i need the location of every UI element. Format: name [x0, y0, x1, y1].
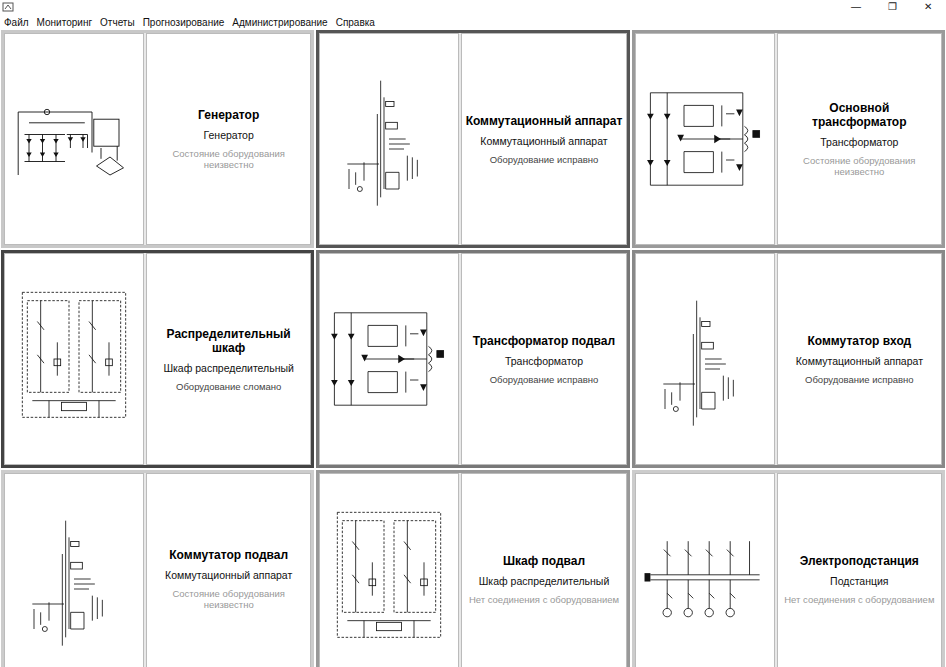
card-info: Трансформатор подвал Трансформатор Оборудо…: [461, 253, 626, 465]
equipment-type: Подстанция: [830, 575, 888, 587]
schematic-image: [4, 33, 144, 245]
cabinet-schematic-icon: [326, 504, 452, 654]
transformer-schematic-icon: [326, 284, 452, 434]
equipment-name: Шкаф подвал: [503, 554, 585, 568]
equipment-grid: Генератор Генератор Состояние оборудования…: [0, 30, 946, 667]
equipment-status: Оборудование исправно: [805, 374, 914, 385]
transformer-schematic-icon: [642, 64, 768, 214]
card-info: Коммутатор подвал Коммутационный аппарат С…: [146, 473, 311, 667]
window-controls: —❐✕: [838, 0, 946, 14]
equipment-type: Шкаф распределительный: [163, 362, 294, 374]
card-info: Коммутатор вход Коммутационный аппарат Обо…: [777, 253, 942, 465]
switch-schematic-icon: [642, 284, 768, 434]
menu-item[interactable]: Файл: [4, 17, 29, 28]
card-info: Электроподстанция Подстанция Нет соединени…: [777, 473, 942, 667]
equipment-name: Коммутатор подвал: [169, 548, 288, 562]
equipment-card[interactable]: Шкаф подвал Шкаф распределительный Нет сое…: [316, 470, 629, 667]
app-icon: [2, 1, 14, 13]
schematic-image: [635, 33, 775, 245]
menu-item[interactable]: Администрирование: [232, 17, 327, 28]
menu-item[interactable]: Мониторинг: [37, 17, 92, 28]
equipment-status: Состояние оборудования неизвестно: [150, 148, 307, 170]
equipment-card[interactable]: Коммутационный аппарат Коммутационный апп…: [316, 30, 629, 248]
window-control-button[interactable]: ✕: [910, 0, 946, 14]
cabinet-schematic-icon: [11, 284, 137, 434]
card-info: Шкаф подвал Шкаф распределительный Нет сое…: [461, 473, 626, 667]
equipment-status: Оборудование исправно: [490, 374, 599, 385]
menu-item[interactable]: Справка: [336, 17, 375, 28]
equipment-card[interactable]: Коммутатор подвал Коммутационный аппарат С…: [1, 470, 314, 667]
equipment-card[interactable]: Трансформатор подвал Трансформатор Оборудо…: [316, 250, 629, 468]
app-window: —❐✕ Файл Мониторинг Отчеты Прогнозирование Ад…: [0, 0, 946, 667]
menu-item[interactable]: Прогнозирование: [143, 17, 225, 28]
schematic-image: [4, 253, 144, 465]
generator-schematic-icon: [11, 64, 137, 214]
equipment-status: Оборудование исправно: [490, 154, 599, 165]
equipment-type: Трансформатор: [820, 136, 898, 148]
equipment-type: Трансформатор: [505, 355, 583, 367]
equipment-type: Генератор: [204, 129, 254, 141]
card-info: Основной трансформатор Трансформатор Состо…: [777, 33, 942, 245]
schematic-image: [635, 473, 775, 667]
equipment-type: Шкаф распределительный: [479, 575, 610, 587]
menu-item[interactable]: Отчеты: [100, 17, 135, 28]
schematic-image: [319, 253, 459, 465]
equipment-type: Коммутационный аппарат: [796, 355, 923, 367]
equipment-card[interactable]: Генератор Генератор Состояние оборудования…: [1, 30, 314, 248]
equipment-card[interactable]: Коммутатор вход Коммутационный аппарат Обо…: [632, 250, 945, 468]
equipment-type: Коммутационный аппарат: [480, 135, 607, 147]
equipment-name: Коммутатор вход: [807, 334, 911, 348]
equipment-status: Состояние оборудования неизвестно: [781, 155, 938, 177]
equipment-name: Трансформатор подвал: [473, 334, 615, 348]
switch-schematic-icon: [11, 504, 137, 654]
menu-bar: Файл Мониторинг Отчеты Прогнозирование Админ…: [0, 14, 946, 30]
equipment-name: Коммутационный аппарат: [466, 114, 623, 128]
switch-schematic-icon: [326, 64, 452, 214]
equipment-status: Нет соединения с оборудованием: [784, 594, 934, 605]
window-control-button[interactable]: —: [838, 0, 874, 14]
card-info: Коммутационный аппарат Коммутационный апп…: [461, 33, 626, 245]
equipment-name: Генератор: [198, 108, 259, 122]
equipment-type: Коммутационный аппарат: [165, 569, 292, 581]
schematic-image: [319, 473, 459, 667]
schematic-image: [319, 33, 459, 245]
schematic-image: [635, 253, 775, 465]
equipment-status: Нет соединения с оборудованием: [469, 594, 619, 605]
card-info: Генератор Генератор Состояние оборудования…: [146, 33, 311, 245]
equipment-name: Распределительный шкаф: [150, 327, 307, 355]
equipment-card[interactable]: Основной трансформатор Трансформатор Состо…: [632, 30, 945, 248]
equipment-name: Основной трансформатор: [781, 101, 938, 129]
card-info: Распределительный шкаф Шкаф распределител…: [146, 253, 311, 465]
equipment-card[interactable]: Распределительный шкаф Шкаф распределител…: [1, 250, 314, 468]
title-bar: —❐✕: [0, 0, 946, 14]
window-control-button[interactable]: ❐: [874, 0, 910, 14]
equipment-card[interactable]: Электроподстанция Подстанция Нет соединени…: [632, 470, 945, 667]
schematic-image: [4, 473, 144, 667]
equipment-status: Оборудование сломано: [176, 381, 281, 392]
equipment-status: Состояние оборудования неизвестно: [150, 588, 307, 610]
equipment-name: Электроподстанция: [800, 554, 919, 568]
substation-schematic-icon: [642, 504, 768, 654]
